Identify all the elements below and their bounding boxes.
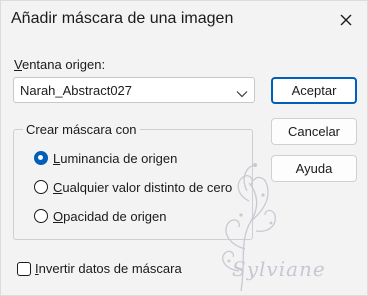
radio-opacity[interactable]: Opacidad de origen xyxy=(34,207,166,225)
mask-dialog: Añadir máscara de una imagen Ventana ori… xyxy=(0,0,368,296)
help-button[interactable]: Ayuda xyxy=(271,155,357,182)
radio-any-nonzero-text: ualquier valor distinto de cero xyxy=(62,179,233,195)
origin-select-value: Narah_Abstract027 xyxy=(20,83,133,98)
radio-any-nonzero-label: Cualquier valor distinto de cero xyxy=(53,180,232,195)
mask-source-legend: Crear máscara con xyxy=(23,122,140,137)
radio-any-nonzero-indicator[interactable] xyxy=(34,180,48,194)
origin-window-select[interactable]: Narah_Abstract027 xyxy=(13,77,255,103)
accept-button[interactable]: Aceptar xyxy=(271,77,357,104)
chevron-down-icon xyxy=(236,86,248,98)
radio-any-nonzero-mnemonic: C xyxy=(53,179,63,195)
invert-mask-text: nvertir datos de máscara xyxy=(38,261,182,276)
invert-mask-checkbox-row[interactable]: Invertir datos de máscara xyxy=(17,261,182,276)
radio-opacity-mnemonic: O xyxy=(53,208,64,224)
origin-label-mnemonic: V xyxy=(14,57,22,72)
radio-any-nonzero[interactable]: Cualquier valor distinto de cero xyxy=(34,178,232,196)
invert-mask-checkbox[interactable] xyxy=(17,261,31,276)
radio-opacity-text: pacidad de origen xyxy=(63,208,167,224)
watermark-signature: Sylviane xyxy=(232,257,326,281)
origin-label-text: entana origen: xyxy=(21,57,106,72)
close-icon[interactable] xyxy=(335,9,357,31)
radio-luminance-text: uminancia de origen xyxy=(60,150,178,166)
radio-luminance[interactable]: Luminancia de origen xyxy=(34,149,177,167)
invert-mask-label: Invertir datos de máscara xyxy=(35,261,182,276)
cancel-button[interactable]: Cancelar xyxy=(271,118,357,145)
radio-opacity-label: Opacidad de origen xyxy=(53,209,166,224)
origin-window-label: Ventana origen: xyxy=(14,57,105,72)
radio-luminance-label: Luminancia de origen xyxy=(53,151,177,166)
radio-luminance-indicator[interactable] xyxy=(34,151,48,165)
title-bar: Añadir máscara de una imagen xyxy=(1,1,367,39)
radio-opacity-indicator[interactable] xyxy=(34,209,48,223)
dialog-title: Añadir máscara de una imagen xyxy=(11,10,234,27)
